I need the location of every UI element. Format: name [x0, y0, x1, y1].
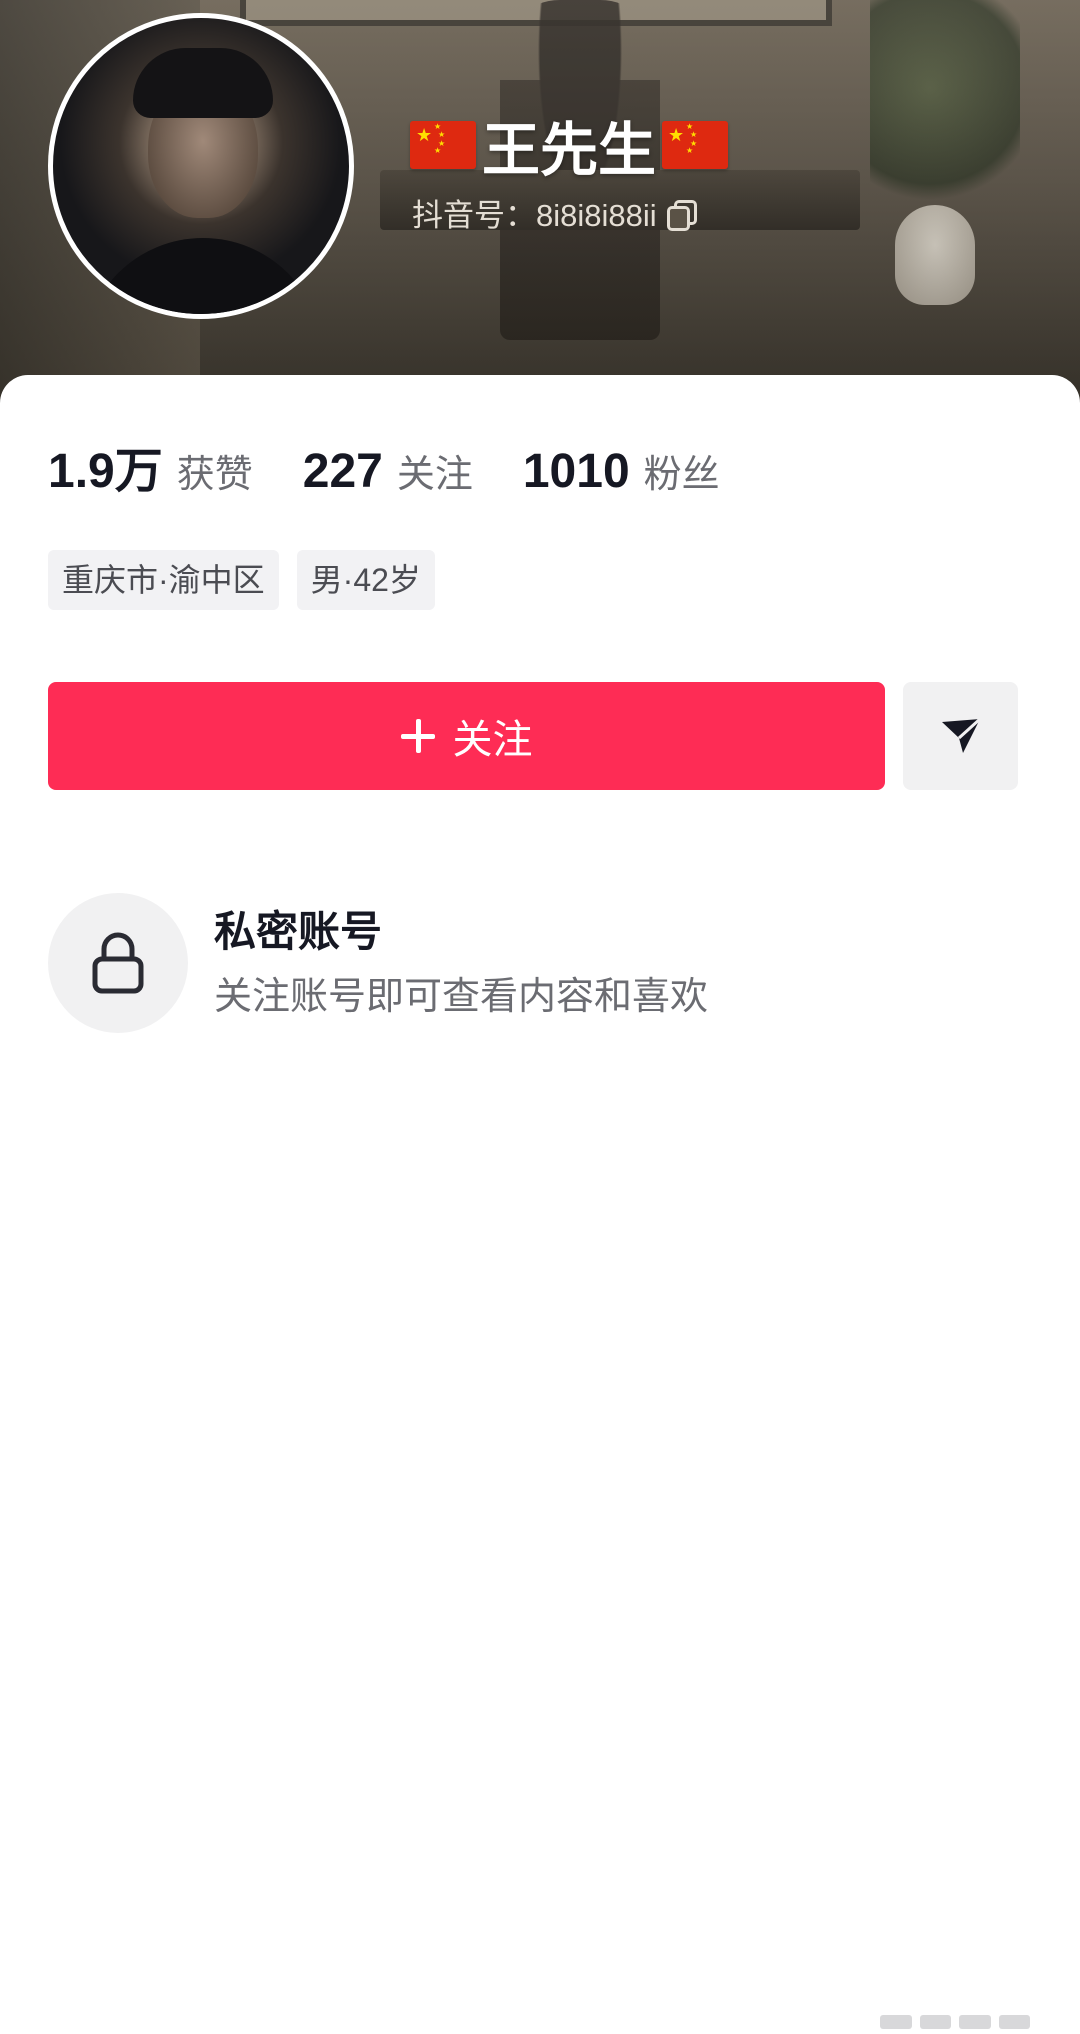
profile-name: 王先生 — [482, 118, 657, 183]
stat-label: 粉丝 — [643, 454, 720, 496]
private-title: 私密账号 — [214, 908, 383, 955]
stat-value: 1010 — [522, 445, 630, 498]
douyin-id: 抖音号：8i8i8i88ii — [412, 198, 657, 233]
profile-name-row: ★ ★ ★ ★ ★ 王先生 ★ ★ ★ ★ ★ — [410, 110, 729, 183]
stat-label: 获赞 — [176, 454, 253, 496]
lock-icon — [92, 932, 144, 994]
private-account-notice: 私密账号 关注账号即可查看内容和喜欢 — [48, 893, 708, 1033]
follow-button-label: 关注 — [452, 718, 533, 762]
profile-card: 1.9万 获赞 227 关注 1010 粉丝 重庆市·渝中区 男·42岁 关注 — [0, 375, 1080, 2034]
china-flag-icon: ★ ★ ★ ★ ★ — [662, 121, 729, 169]
location-tag: 重庆市·渝中区 — [48, 550, 279, 610]
follow-button[interactable]: 关注 — [48, 682, 885, 790]
profile-tags: 重庆市·渝中区 男·42岁 — [48, 550, 453, 610]
stat-value: 227 — [302, 445, 383, 498]
stat-following[interactable]: 227 关注 — [303, 443, 473, 499]
douyin-id-row[interactable]: 抖音号：8i8i8i88ii — [412, 190, 697, 235]
gender-age-tag: 男·42岁 — [296, 550, 435, 610]
avatar-shirt — [83, 238, 323, 314]
plus-icon — [400, 719, 435, 753]
stat-value: 1.9万 — [48, 445, 163, 498]
stat-label: 关注 — [396, 454, 473, 496]
copy-icon[interactable] — [666, 199, 697, 231]
china-flag-icon: ★ ★ ★ ★ ★ — [410, 121, 476, 169]
home-indicator — [880, 2015, 1030, 2029]
avatar-hair — [133, 48, 273, 118]
send-icon — [941, 717, 981, 753]
stat-likes: 1.9万 获赞 — [48, 431, 253, 501]
lock-icon-container — [48, 893, 188, 1033]
private-notice-text: 私密账号 关注账号即可查看内容和喜欢 — [214, 904, 708, 1022]
profile-stats: 1.9万 获赞 227 关注 1010 粉丝 — [48, 431, 770, 501]
private-description: 关注账号即可查看内容和喜欢 — [214, 976, 709, 1018]
stat-followers[interactable]: 1010 粉丝 — [523, 443, 720, 499]
avatar[interactable] — [48, 13, 354, 319]
message-button[interactable] — [903, 682, 1018, 790]
